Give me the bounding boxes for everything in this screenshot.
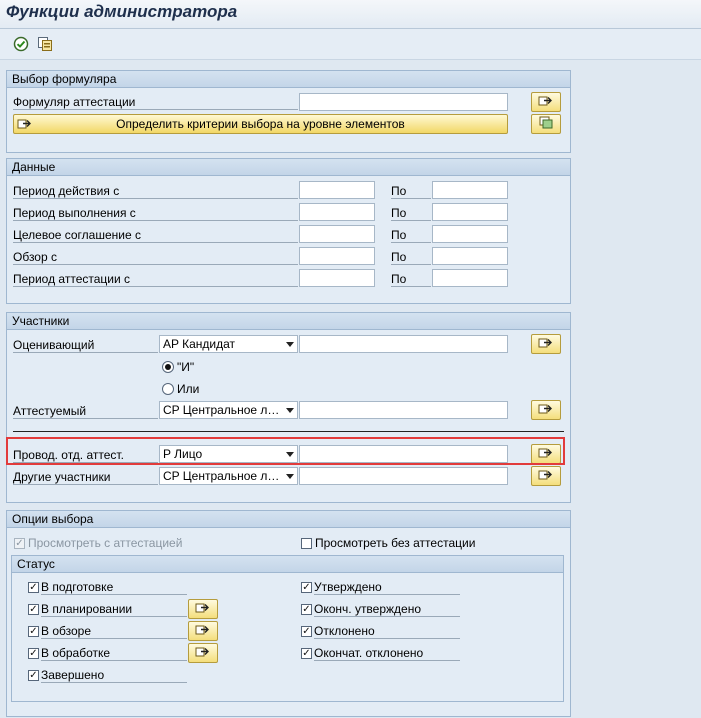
target-to-input[interactable] (432, 225, 508, 243)
status-planning-button[interactable] (188, 599, 218, 619)
form-select-button[interactable] (531, 92, 561, 112)
with-appraisal-label: Просмотреть с аттестацией (28, 536, 183, 550)
status-preparation-label: В подготовке (41, 580, 187, 595)
group-title: Участники (7, 313, 570, 330)
validity-period-label: Период действия с (13, 184, 298, 199)
without-appraisal-label: Просмотреть без аттестации (315, 536, 476, 550)
status-approved-checkbox[interactable]: ✓ (301, 582, 312, 593)
group-status: Статус ✓ В подготовке ✓ В планировании ✓… (11, 555, 564, 702)
other-participants-label: Другие участники (13, 470, 158, 485)
chevron-down-icon (286, 408, 294, 413)
arrow-right-icon (538, 468, 554, 484)
arrow-right-icon (195, 623, 211, 639)
status-final-rejected-label: Окончат. отклонено (314, 646, 460, 661)
status-approved-label: Утверждено (314, 580, 460, 595)
other-participants-select-button[interactable] (531, 466, 561, 486)
status-processing-checkbox[interactable]: ✓ (28, 648, 39, 659)
appraisee-input[interactable] (299, 401, 508, 419)
group-title: Статус (12, 556, 563, 573)
appraiser-label: Оценивающий (13, 338, 158, 353)
status-review-button[interactable] (188, 621, 218, 641)
status-rejected-checkbox[interactable]: ✓ (301, 626, 312, 637)
status-processing-button[interactable] (188, 643, 218, 663)
status-preparation-checkbox[interactable]: ✓ (28, 582, 39, 593)
execution-from-input[interactable] (299, 203, 375, 221)
status-planning-label: В планировании (41, 602, 187, 617)
arrow-right-icon (195, 645, 211, 661)
to-label: По (391, 272, 431, 287)
group-form-selection: Выбор формуляра Формуляр аттестации Опре… (6, 70, 571, 153)
other-participants-input[interactable] (299, 467, 508, 485)
chevron-down-icon (286, 474, 294, 479)
or-label: Или (177, 382, 200, 396)
other-participants-type-dropdown[interactable]: CP Центральное ли... (159, 467, 298, 485)
other-participants-type-value: CP Центральное ли... (163, 469, 283, 483)
appraisee-select-button[interactable] (531, 400, 561, 420)
or-radio[interactable] (162, 383, 174, 395)
to-label: По (391, 184, 431, 199)
group-title: Выбор формуляра (7, 71, 570, 88)
criteria-button-label: Определить критерии выбора на уровне эле… (116, 117, 405, 131)
appraisee-label: Аттестуемый (13, 404, 158, 419)
validity-to-input[interactable] (432, 181, 508, 199)
appraiser-type-dropdown[interactable]: AP Кандидат (159, 335, 298, 353)
group-participants: Участники Оценивающий AP Кандидат "И" Ил… (6, 312, 571, 503)
validity-from-input[interactable] (299, 181, 375, 199)
appraiser-type-value: AP Кандидат (163, 337, 236, 351)
form-input[interactable] (299, 93, 508, 111)
group-title: Данные (7, 159, 570, 176)
arrow-right-icon (17, 117, 33, 135)
group-title: Опции выбора (7, 511, 570, 528)
status-processing-label: В обработке (41, 646, 187, 661)
arrow-right-icon (538, 94, 554, 110)
target-agreement-label: Целевое соглашение с (13, 228, 298, 243)
separator (13, 431, 564, 432)
appraiser-select-button[interactable] (531, 334, 561, 354)
review-to-input[interactable] (432, 247, 508, 265)
status-rejected-label: Отклонено (314, 624, 460, 639)
arrow-right-icon (195, 601, 211, 617)
appraisal-period-label: Период аттестации с (13, 272, 298, 287)
copy-icon (538, 116, 554, 133)
and-label: "И" (177, 360, 195, 374)
arrow-right-icon (538, 402, 554, 418)
appraisee-type-dropdown[interactable]: CP Центральное ли... (159, 401, 298, 419)
toolbar (0, 29, 701, 60)
appraisal-to-input[interactable] (432, 269, 508, 287)
group-data: Данные Период действия с По Период выпол… (6, 158, 571, 304)
to-label: По (391, 228, 431, 243)
criteria-copy-button[interactable] (531, 114, 561, 134)
to-label: По (391, 206, 431, 221)
status-final-approved-checkbox[interactable]: ✓ (301, 604, 312, 615)
status-review-label: В обзоре (41, 624, 187, 639)
and-radio[interactable] (162, 361, 174, 373)
to-label: По (391, 250, 431, 265)
status-final-approved-label: Оконч. утверждено (314, 602, 460, 617)
execution-period-label: Период выполнения с (13, 206, 298, 221)
status-planning-checkbox[interactable]: ✓ (28, 604, 39, 615)
target-from-input[interactable] (299, 225, 375, 243)
form-label: Формуляр аттестации (13, 95, 298, 110)
title-bar: Функции администратора (0, 0, 701, 29)
review-from-input[interactable] (299, 247, 375, 265)
execution-to-input[interactable] (432, 203, 508, 221)
review-label: Обзор с (13, 250, 298, 265)
appraiser-input[interactable] (299, 335, 508, 353)
criteria-button[interactable]: Определить критерии выбора на уровне эле… (13, 114, 508, 134)
variant-icon[interactable] (36, 35, 54, 53)
status-final-rejected-checkbox[interactable]: ✓ (301, 648, 312, 659)
page-title: Функции администратора (6, 2, 238, 21)
status-completed-checkbox[interactable]: ✓ (28, 670, 39, 681)
without-appraisal-checkbox[interactable] (301, 538, 312, 549)
appraisal-from-input[interactable] (299, 269, 375, 287)
status-completed-label: Завершено (41, 668, 187, 683)
status-review-checkbox[interactable]: ✓ (28, 626, 39, 637)
appraisee-type-value: CP Центральное ли... (163, 403, 283, 417)
execute-icon[interactable] (12, 35, 30, 53)
chevron-down-icon (286, 342, 294, 347)
arrow-right-icon (538, 336, 554, 352)
highlight-box (6, 437, 565, 465)
with-appraisal-checkbox[interactable]: ✓ (14, 538, 25, 549)
